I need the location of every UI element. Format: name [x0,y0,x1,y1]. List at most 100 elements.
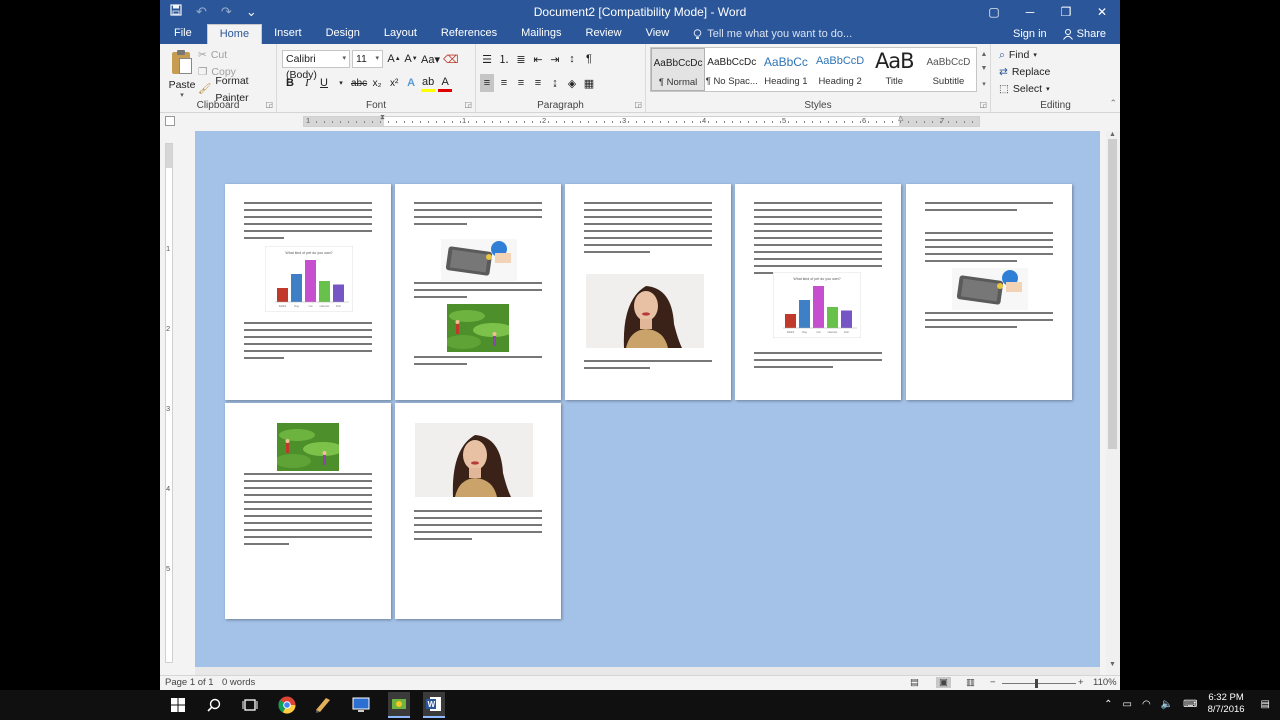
share-button[interactable]: Share [1062,28,1106,40]
paragraph-launcher-icon[interactable]: ◲ [634,100,642,109]
align-right-icon[interactable]: ≡ [514,74,528,92]
bold-icon[interactable]: B [283,74,297,92]
tell-me-box[interactable]: Tell me what you want to do... [681,24,852,44]
indent-marker-icon[interactable]: ⧗ [380,114,385,122]
notifications-icon[interactable]: ▤ [1261,699,1270,710]
vertical-scrollbar[interactable]: ▲ ▼ [1106,131,1120,675]
font-size-select[interactable]: 11 ▾ [352,50,383,68]
clock[interactable]: 6:32 PM 8/7/2016 [1208,692,1245,716]
read-mode-icon[interactable]: ▤ [910,677,919,688]
underline-icon[interactable]: U [317,74,331,92]
photos-app-icon[interactable] [388,692,410,718]
increase-indent-icon[interactable]: ⇥ [548,50,562,68]
tab-design[interactable]: Design [314,24,372,44]
line-spacing-icon[interactable]: ↨ [548,74,562,92]
chevron-down-icon[interactable]: ▼ [1109,661,1116,668]
paste-button[interactable]: Paste ▾ [168,48,196,99]
document-page[interactable] [225,403,391,619]
start-windows-icon[interactable] [168,695,188,715]
painting-tray-image[interactable] [952,268,1028,313]
monitor-app-icon[interactable] [351,695,371,715]
tab-selector-icon[interactable] [165,116,175,126]
style-heading-2[interactable]: AaBbCcD Heading 2 [814,48,868,91]
cut-button[interactable]: ✂ Cut [198,47,276,64]
horizontal-scrollbar[interactable] [195,667,1100,675]
decrease-indent-icon[interactable]: ⇤ [531,50,545,68]
vertical-ruler[interactable]: 1 2 3 4 5 [164,131,174,667]
font-family-select[interactable]: Calibri (Body) ▾ [282,50,350,81]
more-styles-icon[interactable]: ▾ [982,80,986,88]
find-button[interactable]: ⌕ Find ▾ [999,47,1050,64]
style-no-spacing[interactable]: AaBbCcDc ¶ No Spac... [705,48,759,91]
sort-icon[interactable]: ↕ [565,50,579,68]
pet-chart-image[interactable]: What kind of pet do you own? Rabbit Dog Cat… [264,245,354,315]
subscript-icon[interactable]: x₂ [370,74,384,92]
tab-review[interactable]: Review [574,24,634,44]
web-layout-icon[interactable]: ▥ [966,677,975,688]
print-layout-icon[interactable]: ▣ [936,677,951,688]
keyboard-icon[interactable]: ⌨ [1183,699,1197,710]
wifi-icon[interactable]: ◠ [1142,699,1151,710]
battery-icon[interactable]: ▭ [1122,699,1131,710]
document-page[interactable] [395,184,561,400]
style-title[interactable]: AaB Title [868,48,922,91]
tea-field-image[interactable] [275,423,343,474]
zoom-level[interactable]: 110% [1093,677,1117,688]
bullets-icon[interactable]: ☰ [480,50,494,68]
format-painter-button[interactable]: 🖌 Format Painter [198,75,276,104]
text-effects-icon[interactable]: A [404,74,418,92]
app-icon[interactable] [313,695,333,715]
document-canvas[interactable]: What kind of pet do you own? Rabbit Dog Cat… [195,131,1100,667]
zoom-slider-thumb[interactable] [1035,679,1038,688]
close-icon[interactable]: ✕ [1084,0,1120,24]
chevron-up-icon[interactable]: ▲ [1109,131,1116,138]
align-center-icon[interactable]: ≡ [497,74,511,92]
tea-field-image[interactable] [445,304,513,355]
page-count[interactable]: Page 1 of 1 [165,677,214,688]
document-page[interactable] [906,184,1072,400]
justify-icon[interactable]: ≡ [531,74,545,92]
tab-file[interactable]: File [160,24,207,44]
right-indent-marker-icon[interactable]: △ [898,114,903,122]
word-count[interactable]: 0 words [222,677,255,688]
document-page[interactable]: What kind of pet do you own? Rabbit Dog Cat… [735,184,901,400]
word-app-icon[interactable]: W [423,692,445,718]
zoom-slider[interactable] [1002,679,1076,688]
multilevel-list-icon[interactable]: ≣ [514,50,528,68]
font-launcher-icon[interactable]: ◲ [464,100,472,109]
volume-icon[interactable]: 🔈 [1161,699,1173,710]
styles-launcher-icon[interactable]: ◲ [979,100,987,109]
chevron-up-icon[interactable]: ▲ [981,51,988,58]
align-left-icon[interactable]: ≡ [480,74,494,92]
borders-icon[interactable]: ▦ [582,74,596,92]
underline-dropdown-icon[interactable]: ▾ [334,74,348,92]
highlight-icon[interactable]: ab [421,74,436,92]
chevron-up-icon[interactable]: ⌃ [1104,699,1112,710]
superscript-icon[interactable]: x² [387,74,401,92]
task-view-icon[interactable] [240,695,260,715]
clear-formatting-icon[interactable]: ⌫ [443,50,459,68]
zoom-in-icon[interactable]: + [1078,677,1084,688]
replace-button[interactable]: ⇄ Replace [999,64,1050,81]
show-formatting-icon[interactable]: ¶ [582,50,596,68]
strikethrough-icon[interactable]: abc [351,74,367,92]
numbering-icon[interactable]: ⒈ [497,50,511,68]
document-page[interactable] [565,184,731,400]
collapse-ribbon-icon[interactable]: ⌃ [1109,98,1117,109]
clipboard-launcher-icon[interactable]: ◲ [265,100,273,109]
pet-chart-image[interactable]: What kind of pet do you own? Rabbit Dog Cat… [772,271,862,341]
zoom-out-icon[interactable]: − [990,677,996,688]
tab-insert[interactable]: Insert [262,24,314,44]
tab-view[interactable]: View [634,24,682,44]
paste-dropdown-icon[interactable]: ▾ [168,91,196,99]
shrink-font-icon[interactable]: A ▼ [404,50,418,68]
tab-layout[interactable]: Layout [372,24,429,44]
tab-mailings[interactable]: Mailings [509,24,573,44]
chevron-down-icon[interactable]: ▼ [981,65,988,72]
painting-tray-image[interactable] [441,239,517,284]
portrait-image[interactable] [586,274,704,351]
chrome-icon[interactable] [277,695,297,715]
portrait-image[interactable] [415,423,533,500]
ribbon-display-options-icon[interactable]: ▢ [976,0,1012,24]
restore-icon[interactable]: ❐ [1048,0,1084,24]
